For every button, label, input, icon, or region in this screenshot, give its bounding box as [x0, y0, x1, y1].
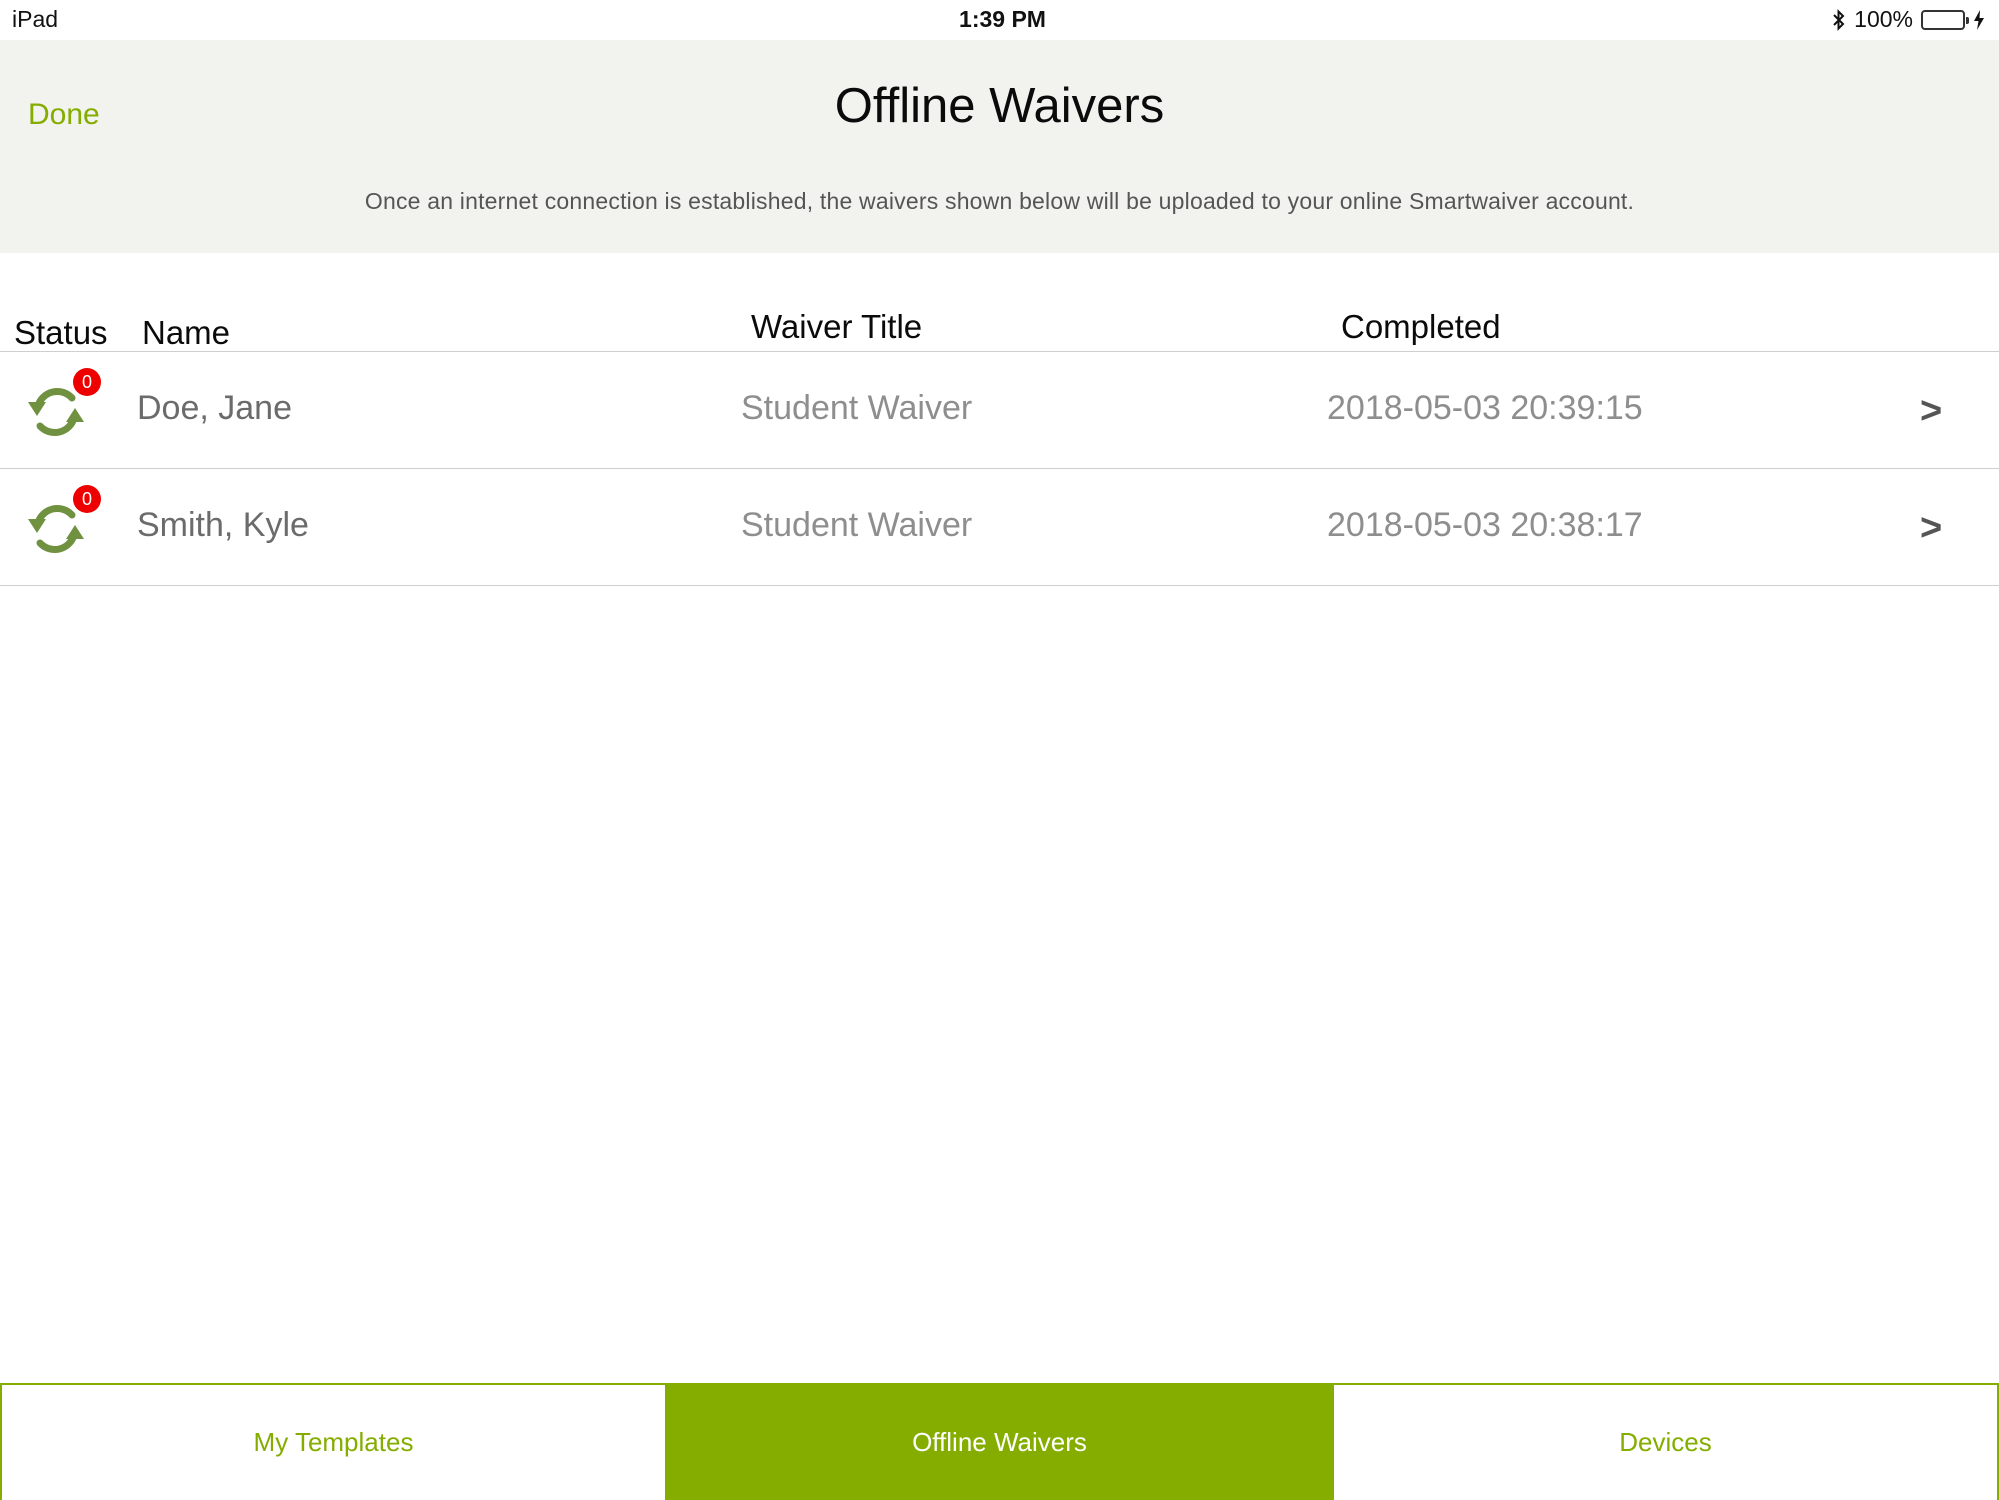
table-header: Status Name Waiver Title Completed [0, 300, 1999, 352]
header: Done Offline Waivers Once an internet co… [0, 40, 1999, 253]
row-waiver-title: Student Waiver [741, 506, 973, 544]
row-waiver-title: Student Waiver [741, 389, 973, 427]
battery-icon [1921, 9, 1969, 30]
row-name: Doe, Jane [137, 389, 292, 427]
row-name: Smith, Kyle [137, 506, 309, 544]
status-cell: 0 [26, 485, 101, 565]
pending-count-badge: 0 [73, 485, 101, 513]
column-header-waiver-title: Waiver Title [751, 308, 923, 345]
status-right: 100% [1832, 6, 1985, 33]
pending-count-badge: 0 [73, 368, 101, 396]
battery-percent: 100% [1854, 6, 1913, 32]
page-subtitle: Once an internet connection is establish… [364, 188, 1635, 214]
tab-devices[interactable]: Devices [1334, 1385, 1997, 1500]
column-header-status: Status [14, 314, 108, 351]
tab-offline-waivers[interactable]: Offline Waivers [665, 1385, 1334, 1500]
tab-my-templates[interactable]: My Templates [2, 1385, 665, 1500]
tab-bar: My Templates Offline Waivers Devices [0, 1383, 1999, 1500]
charging-icon [1974, 9, 1984, 30]
status-time: 1:39 PM [959, 6, 1046, 32]
row-completed: 2018-05-03 20:38:17 [1327, 506, 1643, 544]
table-row[interactable]: 0 Smith, Kyle Student Waiver 2018-05-03 … [0, 469, 1999, 586]
status-cell: 0 [26, 368, 101, 448]
column-header-name: Name [142, 314, 231, 351]
column-header-completed: Completed [1341, 308, 1501, 345]
table-row[interactable]: 0 Doe, Jane Student Waiver 2018-05-03 20… [0, 352, 1999, 469]
chevron-right-icon[interactable]: > [1920, 507, 1942, 550]
bluetooth-icon [1833, 8, 1845, 31]
chevron-right-icon[interactable]: > [1920, 390, 1942, 433]
row-completed: 2018-05-03 20:39:15 [1327, 389, 1643, 427]
page-title: Offline Waivers [834, 79, 1165, 133]
status-bar: iPad 1:39 PM 100% [0, 0, 1999, 40]
